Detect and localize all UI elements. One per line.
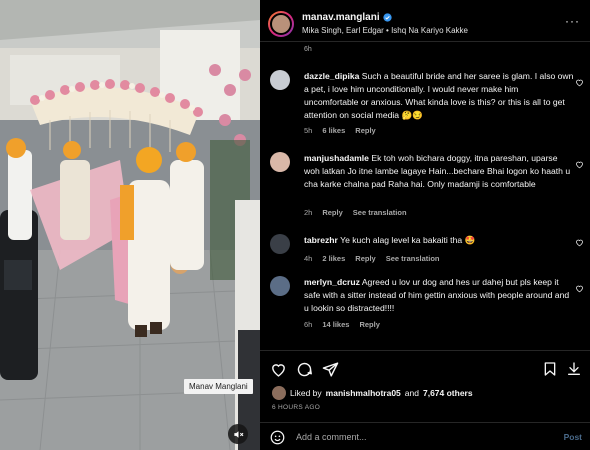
commenter-username[interactable]: manjushadamle [304, 153, 369, 163]
heart-icon [272, 364, 285, 377]
comment-button[interactable] [296, 361, 314, 379]
reply-button[interactable]: Reply [322, 208, 342, 217]
reply-button[interactable]: Reply [355, 254, 375, 263]
comment-like-button[interactable] [575, 78, 584, 89]
author-username[interactable]: manav.manglani [302, 12, 392, 23]
see-translation-button[interactable]: See translation [386, 254, 440, 263]
emoji-icon [270, 430, 285, 445]
add-comment-bar: Post [260, 422, 590, 450]
comment-input[interactable] [296, 429, 546, 445]
reply-button[interactable]: Reply [359, 320, 379, 329]
comment-like-button[interactable] [575, 284, 584, 295]
more-options-button[interactable]: ··· [565, 14, 580, 28]
verified-icon [383, 13, 392, 22]
reply-button[interactable]: Reply [355, 126, 375, 135]
commenter-avatar[interactable] [270, 276, 290, 296]
emoji-button[interactable] [270, 430, 285, 445]
likes-count[interactable]: 7,674 others [423, 388, 473, 398]
post-header: manav.manglani Mika Singh, Earl Edgar • … [260, 0, 590, 42]
post-media[interactable]: Manav Manglani [0, 0, 260, 450]
heart-icon [576, 79, 583, 87]
commenter-username[interactable]: merlyn_dcruz [304, 277, 360, 287]
comment-meta: 5h 6 likes Reply [304, 126, 376, 135]
comment-text: Ye kuch alag level ka bakaiti tha 🤩 [340, 235, 476, 245]
liker-avatar[interactable] [272, 386, 286, 400]
comment-like-button[interactable] [575, 238, 584, 249]
like-button[interactable] [270, 361, 288, 379]
comment-body: tabrezhr Ye kuch alag level ka bakaiti t… [304, 234, 574, 247]
author-avatar[interactable] [268, 11, 294, 37]
comment-meta: 4h 2 likes Reply See translation [304, 254, 440, 263]
comment-body: merlyn_dcruz Agreed u lov ur dog and hes… [304, 276, 574, 315]
heart-icon [576, 239, 583, 247]
heart-icon [576, 285, 583, 293]
video-watermark: Manav Manglani [184, 379, 253, 394]
comment-time: 2h [304, 208, 313, 217]
comment-time: 4h [304, 254, 313, 263]
comment-time: 6h [304, 46, 312, 53]
comment-likes[interactable]: 14 likes [322, 320, 349, 329]
comment-likes[interactable]: 6 likes [322, 126, 345, 135]
comment-time: 6h [304, 320, 313, 329]
audio-track[interactable]: Mika Singh, Earl Edgar • Ishq Na Kariyo … [302, 26, 468, 35]
commenter-username[interactable]: tabrezhr [304, 235, 338, 245]
download-icon [568, 362, 580, 375]
post-comment-button[interactable]: Post [564, 432, 582, 442]
mute-icon [233, 430, 243, 438]
comment-icon [297, 362, 312, 377]
share-icon [322, 362, 339, 377]
comment-time: 5h [304, 126, 313, 135]
likes-joiner: and [404, 388, 419, 398]
comment-body: dazzle_dipika Such a beautiful bride and… [304, 70, 574, 122]
comment-like-button[interactable] [575, 160, 584, 171]
comment-meta: 6h 14 likes Reply [304, 320, 380, 329]
comment-likes[interactable]: 2 likes [322, 254, 345, 263]
more-icon: ··· [565, 14, 580, 28]
post-timestamp[interactable]: 6 HOURS AGO [272, 404, 320, 411]
share-button[interactable] [322, 361, 340, 379]
likes-prefix: Liked by [290, 388, 322, 398]
download-button[interactable] [566, 361, 584, 379]
post-details-panel: manav.manglani Mika Singh, Earl Edgar • … [260, 0, 590, 450]
author-username-text[interactable]: manav.manglani [302, 12, 380, 23]
commenter-avatar[interactable] [270, 70, 290, 90]
bookmark-icon [544, 362, 556, 376]
likes-summary: Liked by manishmalhotra05 and 7,674 othe… [272, 386, 473, 400]
heart-icon [576, 161, 583, 169]
save-button[interactable] [542, 361, 560, 379]
comment-meta: 2h Reply See translation [304, 208, 407, 217]
commenter-username[interactable]: dazzle_dipika [304, 71, 359, 81]
liker-username[interactable]: manishmalhotra05 [326, 388, 401, 398]
comment-body: manjushadamle Ek toh woh bichara doggy, … [304, 152, 574, 191]
commenter-avatar[interactable] [270, 152, 290, 172]
see-translation-button[interactable]: See translation [353, 208, 407, 217]
mute-button[interactable] [228, 424, 248, 444]
commenter-avatar[interactable] [270, 234, 290, 254]
post-actions-bar [260, 350, 590, 380]
